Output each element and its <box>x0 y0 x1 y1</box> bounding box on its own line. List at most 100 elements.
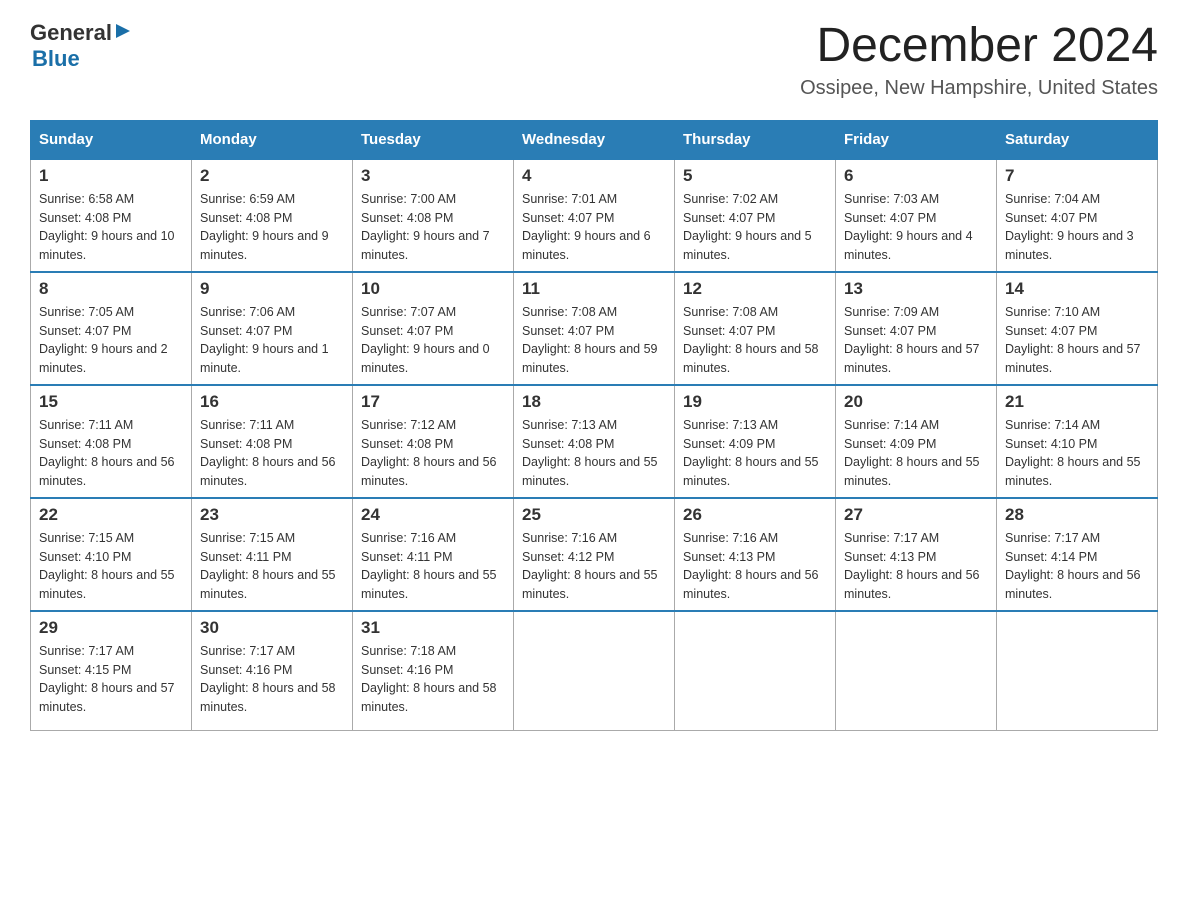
day-info: Sunrise: 7:03 AMSunset: 4:07 PMDaylight:… <box>844 190 988 265</box>
day-info: Sunrise: 7:11 AMSunset: 4:08 PMDaylight:… <box>39 416 183 491</box>
calendar-cell: 23 Sunrise: 7:15 AMSunset: 4:11 PMDayligh… <box>192 498 353 611</box>
calendar-title: December 2024 <box>800 20 1158 73</box>
calendar-cell <box>514 611 675 731</box>
day-number: 15 <box>39 392 183 412</box>
day-info: Sunrise: 7:07 AMSunset: 4:07 PMDaylight:… <box>361 303 505 378</box>
title-block: December 2024 Ossipee, New Hampshire, Un… <box>800 20 1158 100</box>
calendar-week-row: 22Sunrise: 7:15 AMSunset: 4:10 PMDayligh… <box>31 498 1158 611</box>
calendar-cell: 24 Sunrise: 7:16 AMSunset: 4:11 PMDayligh… <box>353 498 514 611</box>
day-info: Sunrise: 7:05 AMSunset: 4:07 PMDaylight:… <box>39 303 183 378</box>
day-info: Sunrise: 7:18 AMSunset: 4:16 PMDaylight:… <box>361 642 505 717</box>
column-header-wednesday: Wednesday <box>514 120 675 159</box>
day-number: 5 <box>683 166 827 186</box>
day-info: Sunrise: 7:01 AMSunset: 4:07 PMDaylight:… <box>522 190 666 265</box>
calendar-cell: 9 Sunrise: 7:06 AMSunset: 4:07 PMDaylight… <box>192 272 353 385</box>
calendar-cell: 12Sunrise: 7:08 AMSunset: 4:07 PMDayligh… <box>675 272 836 385</box>
day-number: 10 <box>361 279 505 299</box>
calendar-cell: 8 Sunrise: 7:05 AMSunset: 4:07 PMDaylight… <box>31 272 192 385</box>
calendar-cell: 10 Sunrise: 7:07 AMSunset: 4:07 PMDayligh… <box>353 272 514 385</box>
day-number: 26 <box>683 505 827 525</box>
day-info: Sunrise: 7:02 AMSunset: 4:07 PMDaylight:… <box>683 190 827 265</box>
day-info: Sunrise: 7:17 AMSunset: 4:16 PMDaylight:… <box>200 642 344 717</box>
calendar-week-row: 29 Sunrise: 7:17 AMSunset: 4:15 PMDayligh… <box>31 611 1158 731</box>
calendar-cell: 2 Sunrise: 6:59 AMSunset: 4:08 PMDaylight… <box>192 159 353 272</box>
day-info: Sunrise: 7:06 AMSunset: 4:07 PMDaylight:… <box>200 303 344 378</box>
day-info: Sunrise: 7:16 AMSunset: 4:12 PMDaylight:… <box>522 529 666 604</box>
day-number: 11 <box>522 279 666 299</box>
logo-general: General <box>30 20 112 46</box>
logo: General Blue <box>30 20 132 72</box>
day-number: 2 <box>200 166 344 186</box>
calendar-week-row: 15 Sunrise: 7:11 AMSunset: 4:08 PMDayligh… <box>31 385 1158 498</box>
calendar-cell: 6 Sunrise: 7:03 AMSunset: 4:07 PMDaylight… <box>836 159 997 272</box>
column-header-monday: Monday <box>192 120 353 159</box>
calendar-cell: 13 Sunrise: 7:09 AMSunset: 4:07 PMDayligh… <box>836 272 997 385</box>
calendar-cell <box>836 611 997 731</box>
calendar-cell: 11Sunrise: 7:08 AMSunset: 4:07 PMDayligh… <box>514 272 675 385</box>
day-number: 9 <box>200 279 344 299</box>
column-header-saturday: Saturday <box>997 120 1158 159</box>
calendar-cell: 22Sunrise: 7:15 AMSunset: 4:10 PMDayligh… <box>31 498 192 611</box>
day-info: Sunrise: 7:17 AMSunset: 4:15 PMDaylight:… <box>39 642 183 717</box>
day-number: 13 <box>844 279 988 299</box>
day-info: Sunrise: 7:04 AMSunset: 4:07 PMDaylight:… <box>1005 190 1149 265</box>
calendar-subtitle: Ossipee, New Hampshire, United States <box>800 77 1158 100</box>
calendar-cell: 16Sunrise: 7:11 AMSunset: 4:08 PMDayligh… <box>192 385 353 498</box>
day-number: 23 <box>200 505 344 525</box>
day-info: Sunrise: 7:16 AMSunset: 4:11 PMDaylight:… <box>361 529 505 604</box>
day-number: 27 <box>844 505 988 525</box>
calendar-cell: 14Sunrise: 7:10 AMSunset: 4:07 PMDayligh… <box>997 272 1158 385</box>
day-info: Sunrise: 7:00 AMSunset: 4:08 PMDaylight:… <box>361 190 505 265</box>
day-number: 28 <box>1005 505 1149 525</box>
day-info: Sunrise: 7:09 AMSunset: 4:07 PMDaylight:… <box>844 303 988 378</box>
day-info: Sunrise: 6:59 AMSunset: 4:08 PMDaylight:… <box>200 190 344 265</box>
day-info: Sunrise: 6:58 AMSunset: 4:08 PMDaylight:… <box>39 190 183 265</box>
calendar-cell: 17Sunrise: 7:12 AMSunset: 4:08 PMDayligh… <box>353 385 514 498</box>
calendar-cell: 20 Sunrise: 7:14 AMSunset: 4:09 PMDayligh… <box>836 385 997 498</box>
day-info: Sunrise: 7:14 AMSunset: 4:09 PMDaylight:… <box>844 416 988 491</box>
day-info: Sunrise: 7:17 AMSunset: 4:13 PMDaylight:… <box>844 529 988 604</box>
calendar-header-row: SundayMondayTuesdayWednesdayThursdayFrid… <box>31 120 1158 159</box>
calendar-cell: 3 Sunrise: 7:00 AMSunset: 4:08 PMDaylight… <box>353 159 514 272</box>
day-number: 22 <box>39 505 183 525</box>
calendar-cell: 26 Sunrise: 7:16 AMSunset: 4:13 PMDayligh… <box>675 498 836 611</box>
calendar-cell: 1 Sunrise: 6:58 AMSunset: 4:08 PMDaylight… <box>31 159 192 272</box>
calendar-cell: 30 Sunrise: 7:17 AMSunset: 4:16 PMDayligh… <box>192 611 353 731</box>
calendar-cell: 7 Sunrise: 7:04 AMSunset: 4:07 PMDaylight… <box>997 159 1158 272</box>
day-info: Sunrise: 7:08 AMSunset: 4:07 PMDaylight:… <box>683 303 827 378</box>
day-number: 7 <box>1005 166 1149 186</box>
calendar-cell: 25 Sunrise: 7:16 AMSunset: 4:12 PMDayligh… <box>514 498 675 611</box>
page-header: General Blue December 2024 Ossipee, New … <box>30 20 1158 100</box>
day-info: Sunrise: 7:15 AMSunset: 4:11 PMDaylight:… <box>200 529 344 604</box>
calendar-cell: 19 Sunrise: 7:13 AMSunset: 4:09 PMDayligh… <box>675 385 836 498</box>
calendar-cell <box>997 611 1158 731</box>
calendar-cell: 27 Sunrise: 7:17 AMSunset: 4:13 PMDayligh… <box>836 498 997 611</box>
day-number: 6 <box>844 166 988 186</box>
day-number: 31 <box>361 618 505 638</box>
day-number: 8 <box>39 279 183 299</box>
day-number: 25 <box>522 505 666 525</box>
column-header-friday: Friday <box>836 120 997 159</box>
day-number: 29 <box>39 618 183 638</box>
calendar-week-row: 1 Sunrise: 6:58 AMSunset: 4:08 PMDaylight… <box>31 159 1158 272</box>
day-info: Sunrise: 7:10 AMSunset: 4:07 PMDaylight:… <box>1005 303 1149 378</box>
day-number: 17 <box>361 392 505 412</box>
day-number: 18 <box>522 392 666 412</box>
day-number: 1 <box>39 166 183 186</box>
calendar-week-row: 8 Sunrise: 7:05 AMSunset: 4:07 PMDaylight… <box>31 272 1158 385</box>
calendar-cell: 4 Sunrise: 7:01 AMSunset: 4:07 PMDaylight… <box>514 159 675 272</box>
calendar-cell <box>675 611 836 731</box>
day-number: 4 <box>522 166 666 186</box>
day-number: 3 <box>361 166 505 186</box>
calendar-cell: 18Sunrise: 7:13 AMSunset: 4:08 PMDayligh… <box>514 385 675 498</box>
day-number: 30 <box>200 618 344 638</box>
column-header-sunday: Sunday <box>31 120 192 159</box>
calendar-table: SundayMondayTuesdayWednesdayThursdayFrid… <box>30 120 1158 732</box>
day-number: 24 <box>361 505 505 525</box>
day-number: 19 <box>683 392 827 412</box>
day-info: Sunrise: 7:16 AMSunset: 4:13 PMDaylight:… <box>683 529 827 604</box>
day-info: Sunrise: 7:13 AMSunset: 4:09 PMDaylight:… <box>683 416 827 491</box>
logo-arrow-icon <box>114 22 132 40</box>
day-number: 20 <box>844 392 988 412</box>
calendar-cell: 21Sunrise: 7:14 AMSunset: 4:10 PMDayligh… <box>997 385 1158 498</box>
